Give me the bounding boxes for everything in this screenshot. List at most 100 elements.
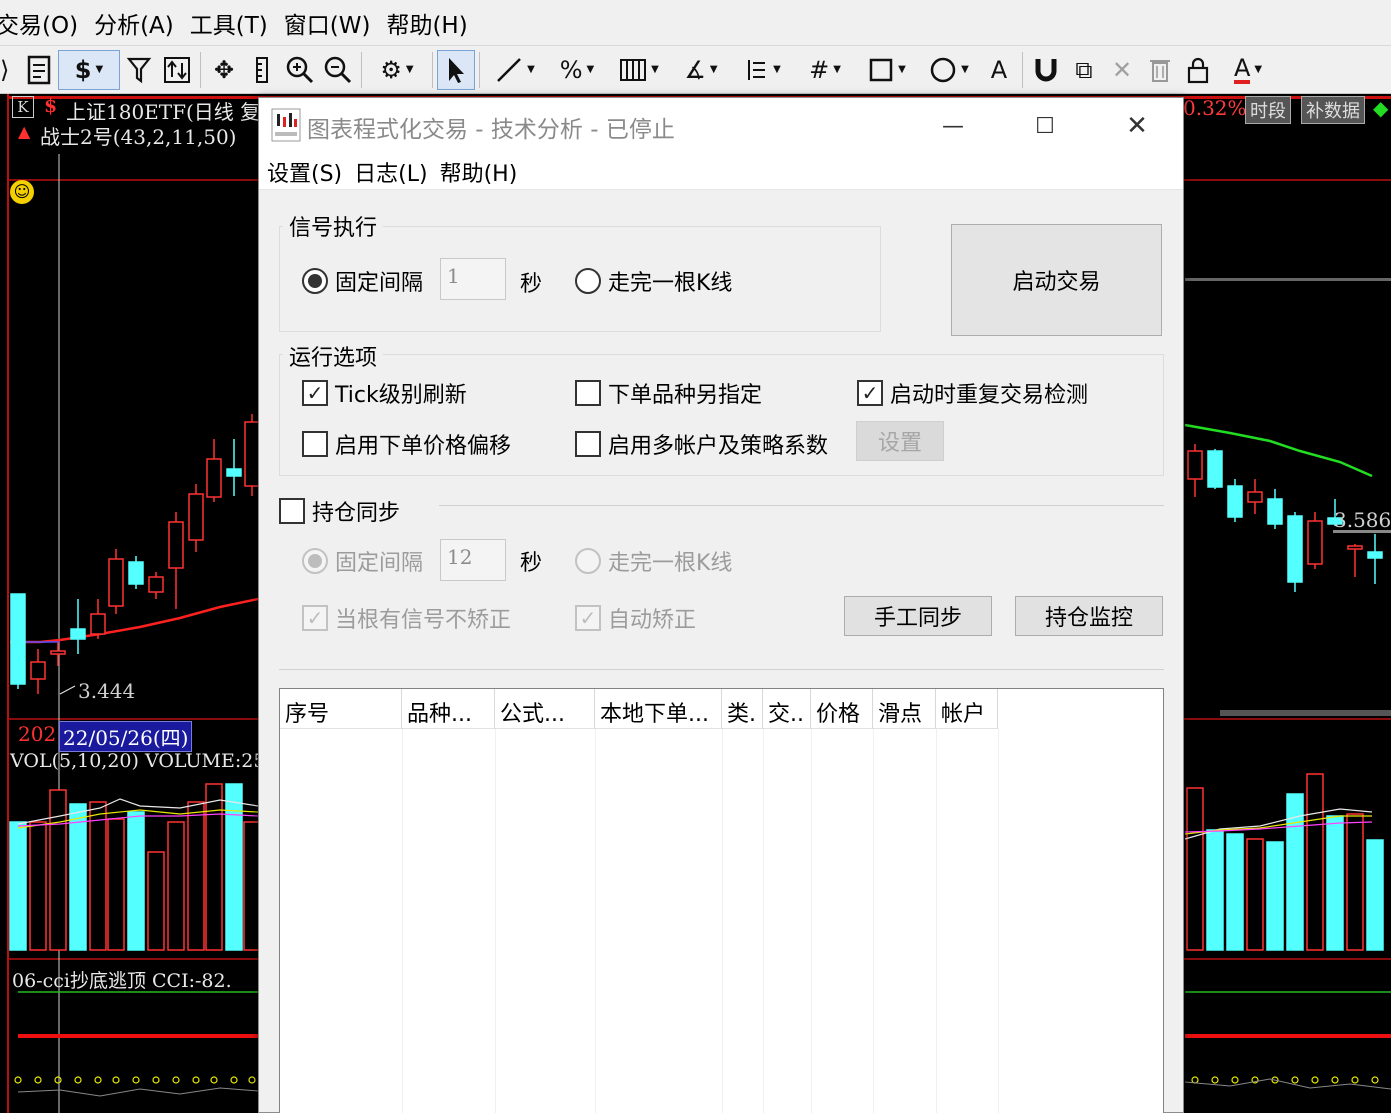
order-log-table[interactable]: 序号 品种... 公式... 本地下单... 类. 交.. 价格 滑点 帐户 xyxy=(279,688,1164,1113)
check-order-other-symbol-label: 下单品种另指定 xyxy=(608,383,763,408)
zoom-in-icon[interactable] xyxy=(281,50,319,90)
position-monitor-button[interactable]: 持仓监控 xyxy=(1015,596,1163,636)
menu-log[interactable]: 日志(L) xyxy=(348,156,433,188)
check-repeat-detection-box[interactable]: ✓ xyxy=(857,380,883,406)
percent-icon[interactable]: % ▼ xyxy=(546,50,608,90)
tab-period[interactable]: 时段 xyxy=(1245,96,1291,124)
maximize-button[interactable]: ☐ xyxy=(999,98,1091,154)
check-no-correct-on-signal[interactable]: ✓ 当根有信号不矫正 xyxy=(302,602,511,634)
manual-sync-button[interactable]: 手工同步 xyxy=(844,596,992,636)
tab-fill-data[interactable]: 补数据 xyxy=(1301,96,1365,124)
check-multi-account-box[interactable] xyxy=(575,431,601,457)
column-header-price[interactable]: 价格 xyxy=(811,689,873,729)
menu-analysis[interactable]: 分析(A) xyxy=(86,6,182,40)
document-icon[interactable] xyxy=(20,50,58,90)
column-header-type[interactable]: 类. xyxy=(722,689,763,729)
check-position-sync-box[interactable] xyxy=(279,498,305,524)
radio-sync-full-kline-control[interactable] xyxy=(575,548,601,574)
volume-bar xyxy=(167,821,185,951)
volume-bar xyxy=(9,821,27,951)
close-button[interactable]: ✕ xyxy=(1091,98,1183,154)
check-price-offset[interactable]: 启用下单价格偏移 xyxy=(302,428,511,460)
radio-fixed-interval[interactable]: 固定间隔 xyxy=(302,265,423,297)
radio-full-kline-control[interactable] xyxy=(575,268,601,294)
check-order-other-symbol-box[interactable] xyxy=(575,380,601,406)
check-auto-correct-box[interactable]: ✓ xyxy=(575,605,601,631)
reference-line xyxy=(1185,278,1391,281)
copy-icon[interactable]: ⧉ xyxy=(1065,50,1103,90)
dollar-icon[interactable]: $ ▼ xyxy=(58,49,120,90)
align-icon[interactable]: ▼ xyxy=(732,50,794,90)
dialog-title-bar[interactable]: 图表程式化交易 - 技术分析 - 已停止 — ☐ ✕ xyxy=(259,98,1183,154)
start-trading-button[interactable]: 启动交易 xyxy=(951,224,1162,336)
ruler-icon[interactable] xyxy=(243,50,281,90)
check-auto-correct[interactable]: ✓ 自动矫正 xyxy=(575,602,696,634)
radio-sync-fixed-interval-control[interactable] xyxy=(302,548,328,574)
column-header-index[interactable]: 序号 xyxy=(280,689,402,729)
hash-icon[interactable]: # ▼ xyxy=(794,50,856,90)
interval-input[interactable]: 1 xyxy=(440,258,506,300)
menu-trade[interactable]: 交易(O) xyxy=(0,6,86,40)
delete-icon[interactable]: ✕ xyxy=(1103,50,1141,90)
minimize-button[interactable]: — xyxy=(907,98,999,154)
dollar-badge-icon[interactable]: $ xyxy=(44,95,57,117)
trash-icon[interactable] xyxy=(1141,50,1179,90)
check-order-other-symbol[interactable]: 下单品种另指定 xyxy=(575,377,762,409)
crosshair-date-label: 22/05/26(四) xyxy=(59,721,193,752)
menu-dialog-help[interactable]: 帮助(H) xyxy=(434,156,524,188)
column-header-account[interactable]: 帐户 xyxy=(936,689,998,729)
column-header-trade[interactable]: 交.. xyxy=(763,689,811,729)
lock-icon[interactable] xyxy=(1179,50,1217,90)
rectangle-icon[interactable]: ▼ xyxy=(856,50,918,90)
chart-mode-k-badge[interactable]: K xyxy=(12,96,34,118)
column-header-local-order[interactable]: 本地下单... xyxy=(595,689,722,729)
radio-fixed-interval-control[interactable] xyxy=(302,268,328,294)
candle-body xyxy=(1347,545,1363,550)
pointer-icon[interactable] xyxy=(437,49,475,90)
volume-bar xyxy=(1186,787,1204,951)
cci-signal-dot xyxy=(210,1076,218,1084)
check-no-correct-on-signal-box[interactable]: ✓ xyxy=(302,605,328,631)
menu-tools[interactable]: 工具(T) xyxy=(182,6,276,40)
check-tick-refresh-label: Tick级别刷新 xyxy=(335,383,467,408)
check-position-sync[interactable]: 持仓同步 xyxy=(279,495,400,527)
check-no-correct-on-signal-label: 当根有信号不矫正 xyxy=(335,608,512,633)
sort-icon[interactable] xyxy=(158,50,196,90)
radio-sync-fixed-interval[interactable]: 固定间隔 xyxy=(302,545,423,577)
multi-account-settings-button[interactable]: 设置 xyxy=(856,421,944,461)
candle-body xyxy=(226,468,242,477)
font-color-icon[interactable]: A ▼ xyxy=(1217,50,1279,90)
column-header-slippage[interactable]: 滑点 xyxy=(873,689,936,729)
smiley-icon[interactable]: ☺ xyxy=(10,180,34,204)
check-tick-refresh[interactable]: ✓ Tick级别刷新 xyxy=(302,377,467,409)
menu-window[interactable]: 窗口(W) xyxy=(276,6,379,40)
angle-icon[interactable]: ∡ ▼ xyxy=(670,50,732,90)
settings-icon[interactable]: ⚙ ▼ xyxy=(366,50,428,90)
circle-icon[interactable]: ▼ xyxy=(918,50,980,90)
grid-bars-icon[interactable]: ▼ xyxy=(608,50,670,90)
text-icon[interactable]: A xyxy=(980,50,1018,90)
check-tick-refresh-box[interactable]: ✓ xyxy=(302,380,328,406)
sync-interval-input[interactable]: 12 xyxy=(440,539,506,581)
zoom-out-icon[interactable] xyxy=(319,50,357,90)
dialog-menu-bar: 设置(S) 日志(L) 帮助(H) xyxy=(259,154,1183,190)
cci-signal-dot xyxy=(1211,1076,1219,1084)
volume-bar xyxy=(1346,813,1364,951)
move-icon[interactable]: ✥ xyxy=(205,50,243,90)
menu-settings[interactable]: 设置(S) xyxy=(261,156,348,188)
radio-sync-full-kline[interactable]: 走完一根K线 xyxy=(575,545,732,577)
sync-interval-unit-label: 秒 xyxy=(520,551,543,576)
line-icon[interactable]: ▼ xyxy=(484,50,546,90)
candle-body xyxy=(188,493,204,541)
check-multi-account[interactable]: 启用多帐户及策略系数 xyxy=(575,428,835,460)
column-header-symbol[interactable]: 品种... xyxy=(402,689,495,729)
check-price-offset-box[interactable] xyxy=(302,431,328,457)
magnet-icon[interactable] xyxy=(1027,50,1065,90)
menu-help[interactable]: 帮助(H) xyxy=(378,6,475,40)
column-header-formula[interactable]: 公式... xyxy=(495,689,595,729)
check-auto-correct-label: 自动矫正 xyxy=(608,608,697,633)
tool-icon[interactable]: ⟩ xyxy=(0,50,20,90)
radio-full-kline[interactable]: 走完一根K线 xyxy=(575,265,732,297)
filter-icon[interactable] xyxy=(120,50,158,90)
check-repeat-detection[interactable]: ✓ 启动时重复交易检测 xyxy=(857,377,1088,409)
